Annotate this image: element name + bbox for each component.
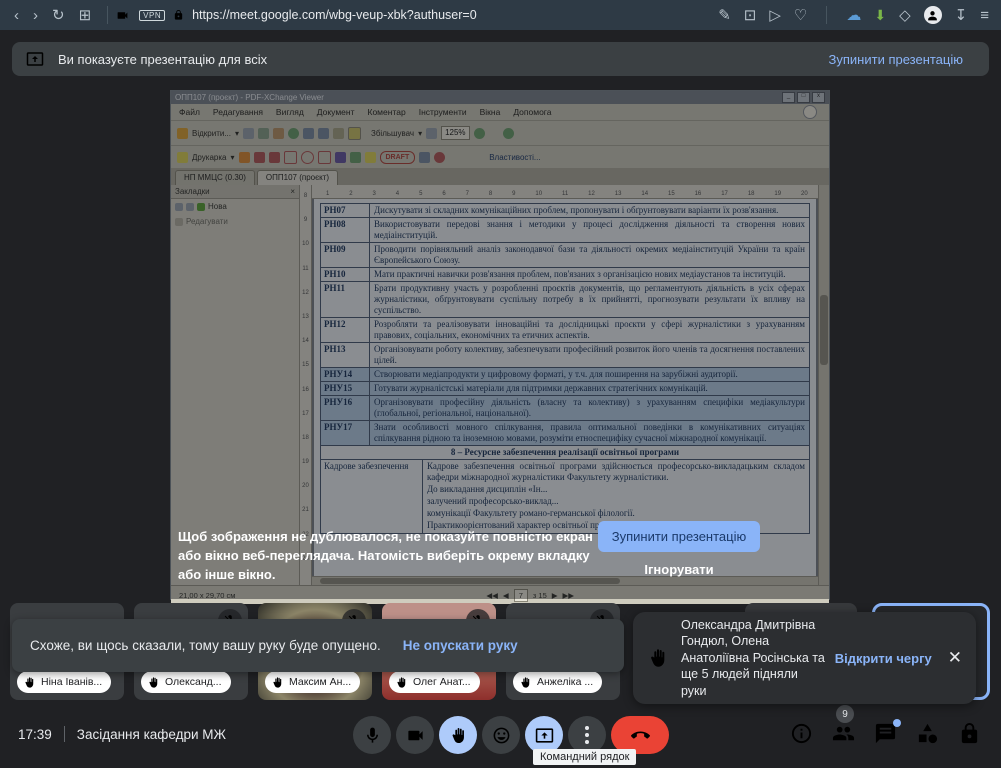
clock: 17:39 [18,727,52,742]
chat-notification-dot [893,719,901,727]
warning-line: або інше вікно. [178,565,593,584]
tab-camera-icon[interactable] [114,9,131,22]
hand-raised-icon [647,647,669,669]
raise-hand-button[interactable] [439,716,477,754]
forward-icon[interactable]: › [33,7,38,24]
reactions-button[interactable] [482,716,520,754]
share-icon[interactable]: ▷ [769,6,781,24]
participant-name-pill: Олег Анат... [389,671,480,693]
favorite-icon[interactable]: ♡ [794,6,807,24]
keep-hand-raised-button[interactable]: Не опускати руку [403,638,518,653]
banner-stop-presenting-link[interactable]: Зупинити презентацію [829,52,989,67]
participants-count-badge: 9 [836,705,854,723]
mirror-warning-text: Щоб зображення не дублювалося, не показу… [178,527,593,584]
participant-name: Максим Ан... [289,676,351,688]
host-controls-button[interactable] [958,722,983,747]
mic-button[interactable] [353,716,391,754]
extensions-icon[interactable]: ◇ [899,6,911,24]
hand-lowered-toast: Схоже, ви щось сказали, тому вашу руку б… [12,619,624,672]
browser-toolbar: ‹ › ↻ ⊞ VPN https://meet.google.com/wbg-… [0,0,1001,30]
participant-name-pill: Максим Ан... [265,671,360,693]
divider [107,6,108,24]
participant-name: Олег Анат... [413,676,471,688]
tabs-grid-icon[interactable]: ⊞ [79,6,92,24]
tooltip: Командний рядок [533,749,636,765]
ignore-button[interactable]: Ігнорувати [598,562,760,577]
participant-name: Олександ... [165,676,222,688]
participant-name-pill: Ніна Іванів... [17,671,111,693]
warning-line: Щоб зображення не дублювалося, не показу… [178,527,593,546]
meeting-info: 17:39 Засідання кафедри МЖ [18,726,226,742]
participant-name-pill: Олександ... [141,671,231,693]
meeting-name: Засідання кафедри МЖ [77,727,226,742]
participant-name: Ніна Іванів... [41,676,102,688]
warning-line: або вікно веб-переглядача. Натомість виб… [178,546,593,565]
meeting-details-button[interactable] [790,722,815,747]
divider [64,726,65,742]
back-icon[interactable]: ‹ [14,7,19,24]
divider [826,6,827,24]
hand-raised-icon [395,676,408,689]
downloads-icon[interactable]: ↧ [955,6,968,24]
camera-button[interactable] [396,716,434,754]
browser-menu-icon[interactable]: ≡ [980,7,989,24]
chat-button[interactable] [874,722,899,747]
close-icon[interactable]: ✕ [948,648,962,668]
update-arrow-icon[interactable]: ⬇ [874,7,886,24]
participant-name: Анжеліка ... [537,676,593,688]
participant-name-pill: Анжеліка ... [513,671,602,693]
cloud-sync-icon[interactable]: ☁ [846,6,861,24]
screenshot-icon[interactable]: ⊡ [744,6,757,24]
stop-presenting-button[interactable]: Зупинити презентацію [598,521,760,552]
presenting-banner-text: Ви показуєте презентацію для всіх [58,52,267,67]
hand-raised-icon [519,676,532,689]
meeting-panels-bar: 9 [790,722,983,747]
participants-button[interactable]: 9 [832,722,857,747]
hand-raised-icon [271,676,284,689]
hand-raised-icon [147,676,160,689]
ssl-lock-icon[interactable] [173,9,184,21]
presenting-banner: Ви показуєте презентацію для всіх Зупини… [12,42,989,76]
vpn-badge[interactable]: VPN [139,10,165,21]
toast-text: Схоже, ви щось сказали, тому вашу руку б… [30,638,381,653]
open-queue-button[interactable]: Відкрити чергу [835,651,932,666]
raised-hands-panel: Олександра Дмитрівна Гондюл, Олена Анато… [633,612,976,704]
present-to-all-icon [26,50,44,68]
activities-button[interactable] [916,722,941,747]
url-bar[interactable]: https://meet.google.com/wbg-veup-xbk?aut… [192,8,477,22]
raised-hands-text: Олександра Дмитрівна Гондюл, Олена Анато… [681,617,827,700]
edit-page-icon[interactable]: ✎ [718,6,731,24]
profile-avatar[interactable] [924,6,942,24]
reload-icon[interactable]: ↻ [52,6,65,24]
hand-raised-icon [23,676,36,689]
